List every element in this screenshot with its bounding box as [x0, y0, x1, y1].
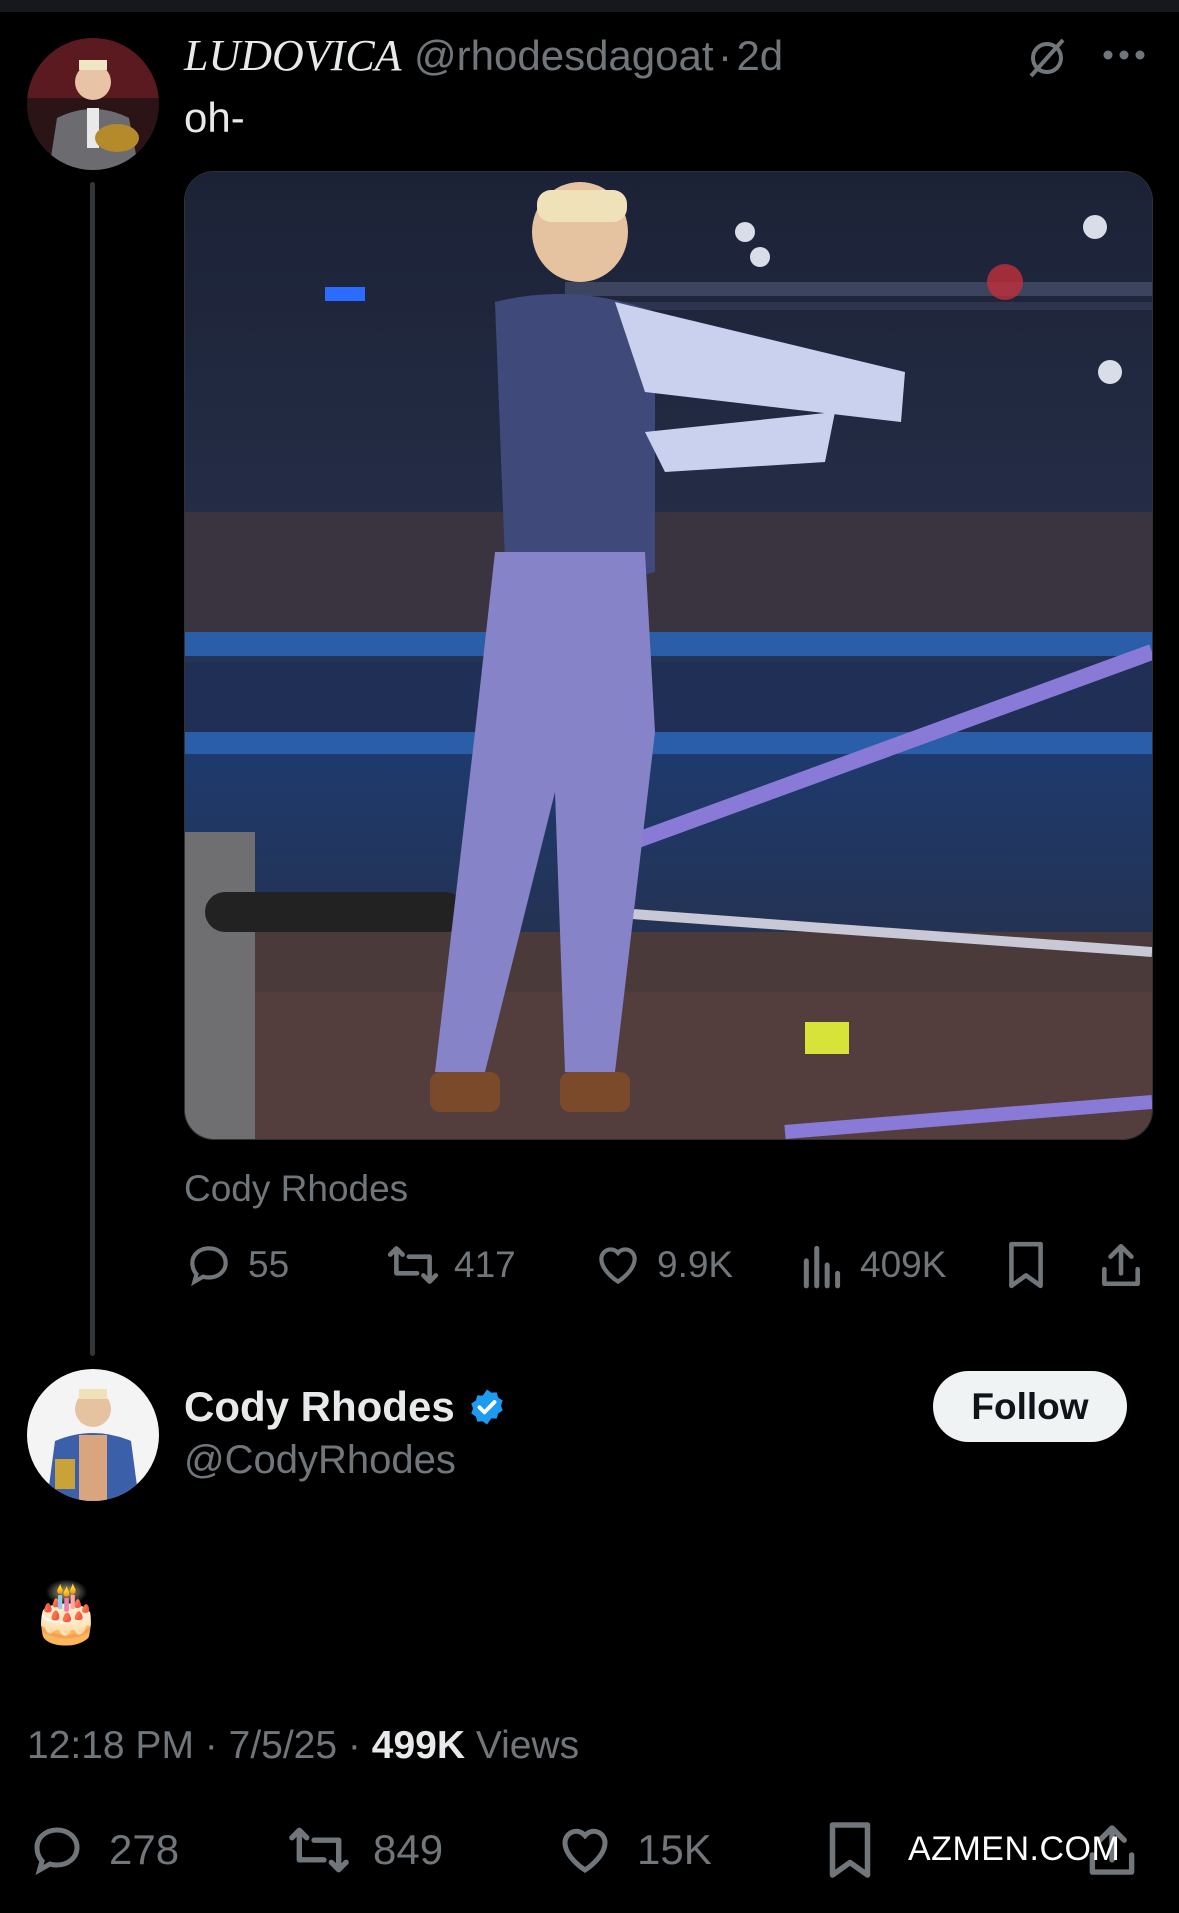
views-icon	[803, 1245, 841, 1289]
main-reply-count: 278	[109, 1826, 180, 1873]
watermark-text: AZMEN.COM	[908, 1830, 1121, 1868]
reply-icon	[34, 1827, 80, 1876]
reply-icon	[190, 1246, 228, 1286]
quoted-post-text: oh-	[184, 94, 245, 141]
mute-icon[interactable]	[1025, 36, 1069, 80]
views-button[interactable]: 409K	[800, 1240, 946, 1290]
main-repost-count: 849	[373, 1826, 444, 1873]
views-count: 409K	[860, 1244, 947, 1285]
author-handle[interactable]: @rhodesdagoat	[414, 32, 714, 79]
thread-connector	[90, 182, 95, 1356]
main-post-text: 🎂	[30, 1578, 103, 1646]
main-author-row: Cody Rhodes	[184, 1383, 507, 1431]
post-views-count: 499K	[371, 1724, 465, 1767]
main-bookmark-icon[interactable]	[825, 1820, 875, 1885]
repost-button[interactable]: 417	[386, 1240, 516, 1290]
avatar-ludovica[interactable]	[27, 38, 159, 170]
status-strip	[0, 0, 1179, 12]
repost-count: 417	[454, 1244, 516, 1285]
follow-button[interactable]: Follow	[933, 1371, 1127, 1442]
like-count: 9.9K	[657, 1244, 734, 1285]
main-like-count: 15K	[637, 1826, 712, 1873]
reply-button[interactable]: 55	[184, 1240, 289, 1290]
reply-count: 55	[248, 1244, 290, 1285]
quoted-post-header: LUDOVICA @rhodesdagoat · 2d	[184, 30, 783, 81]
main-repost-button[interactable]: 849	[287, 1820, 443, 1880]
main-like-button[interactable]: 15K	[555, 1820, 712, 1880]
post-time[interactable]: 12:18 PM	[27, 1724, 194, 1767]
avatar-cody-rhodes[interactable]	[27, 1369, 159, 1501]
repost-icon	[387, 1246, 439, 1284]
author-name[interactable]: LUDOVICA	[184, 31, 402, 80]
post-metadata: 12:18 PM · 7/5/25 · 499K Views	[27, 1724, 579, 1768]
like-icon	[599, 1247, 637, 1285]
meta-separator: ·	[347, 1724, 361, 1767]
main-reply-button[interactable]: 278	[27, 1820, 179, 1880]
like-button[interactable]: 9.9K	[593, 1240, 733, 1290]
main-author-name[interactable]: Cody Rhodes	[184, 1383, 455, 1431]
post-views-label: Views	[475, 1724, 580, 1767]
bookmark-icon[interactable]	[1005, 1240, 1047, 1295]
main-author-handle[interactable]: @CodyRhodes	[184, 1438, 456, 1483]
post-age[interactable]: 2d	[736, 32, 783, 79]
like-icon	[562, 1828, 608, 1873]
more-icon[interactable]	[1102, 48, 1146, 62]
post-media-video[interactable]	[184, 171, 1153, 1140]
share-icon[interactable]	[1098, 1240, 1144, 1295]
media-caption: Cody Rhodes	[184, 1168, 409, 1209]
separator-dot: ·	[718, 32, 732, 79]
repost-icon	[289, 1827, 349, 1873]
post-date[interactable]: 7/5/25	[229, 1724, 337, 1767]
meta-separator: ·	[204, 1724, 218, 1767]
verified-badge-icon	[467, 1387, 507, 1427]
